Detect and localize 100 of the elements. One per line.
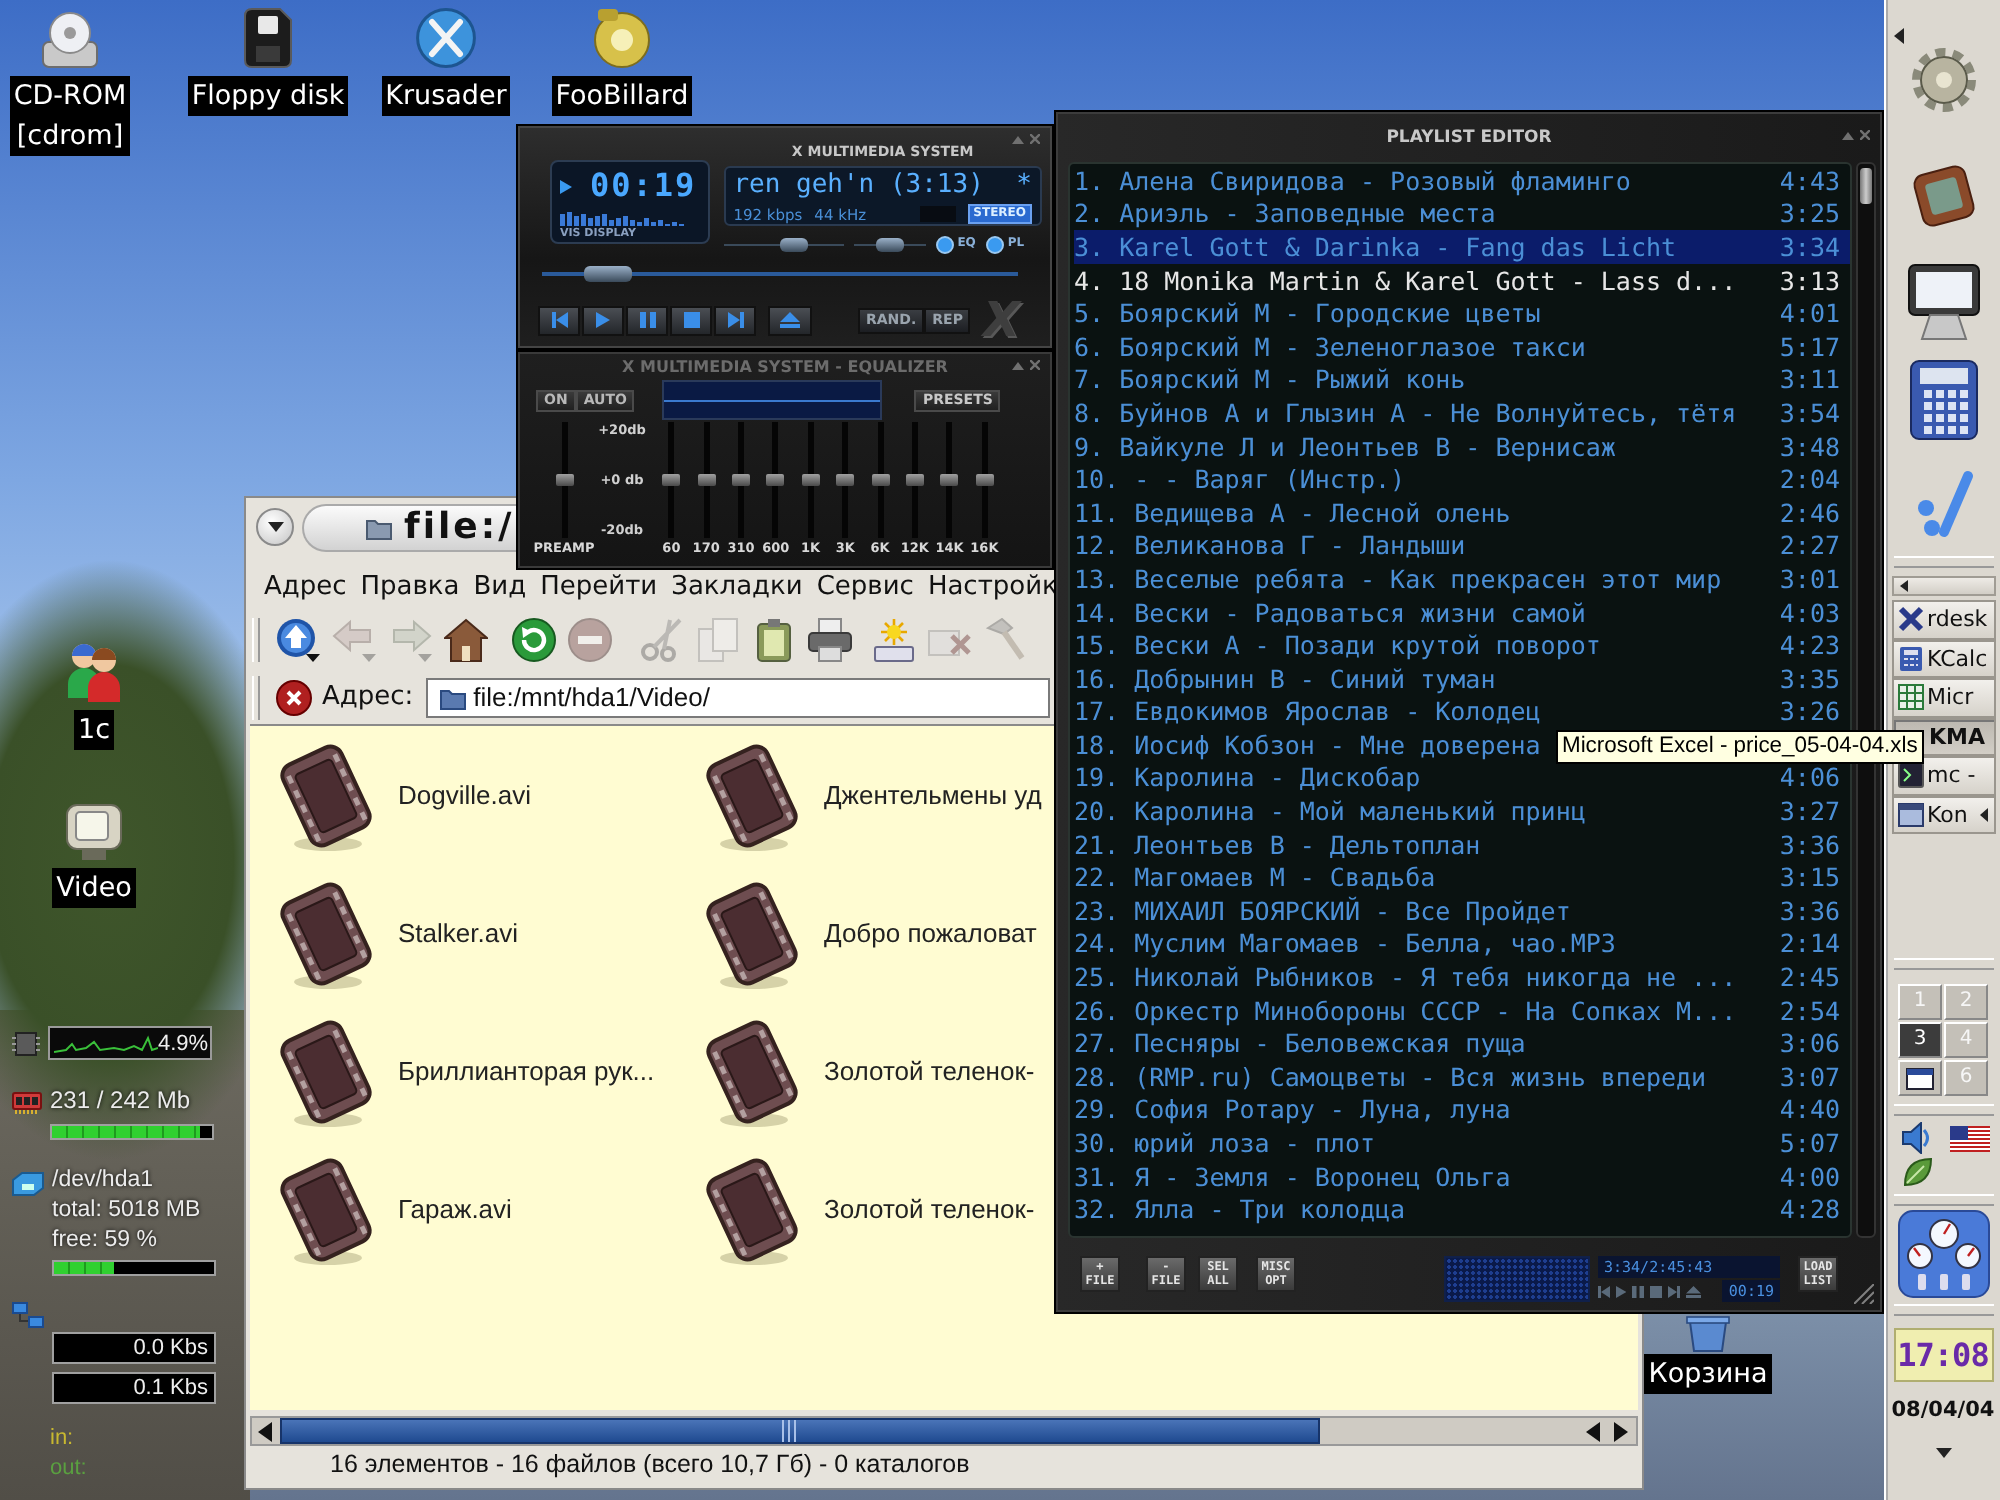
playlist-row[interactable]: 27. Песняры - Беловежская пуща 3:06 [1074, 1026, 1850, 1061]
menu-item[interactable]: Адрес [260, 570, 351, 606]
playlist-row[interactable]: 21. Леонтьев В - Дельтоплан 3:36 [1074, 827, 1850, 861]
cross-circle-icon[interactable] [416, 8, 476, 68]
file-name[interactable]: Золотой теленок- [824, 1194, 1035, 1226]
playlist-row[interactable]: 26. Оркестр Минобороны СССР - На Сопках М... 2:54 [1074, 993, 1850, 1027]
playlist-row[interactable]: 10. - - Варяг (Инстр.) 2:04 [1074, 462, 1850, 496]
slider-thumb[interactable] [801, 474, 820, 486]
slider-thumb[interactable] [766, 474, 785, 486]
taskbar-button[interactable]: mc - [1891, 756, 1995, 795]
leaf-icon[interactable] [1903, 1158, 1931, 1186]
mini-pause-icon[interactable] [1632, 1285, 1645, 1297]
trash-icon[interactable] [1686, 1316, 1730, 1352]
menu-item[interactable]: Закладки [667, 570, 807, 606]
playlist-row[interactable]: 7. Боярский М - Рыжий конь 3:11 [1074, 363, 1850, 397]
playlist-row[interactable]: 14. Вески - Радоваться жизни самой 4:03 [1074, 595, 1850, 629]
playlist-row[interactable]: 23. МИХАИЛ БОЯРСКИЙ - Все Пройдет 3:36 [1074, 894, 1850, 928]
slider-thumb[interactable] [905, 474, 924, 486]
playlist-row[interactable]: 6. Боярский М - Зеленоглазое такси 5:17 [1074, 329, 1850, 364]
mini-stop-icon[interactable] [1650, 1285, 1663, 1297]
monitor-icon[interactable] [1903, 260, 1983, 340]
billiard-ball-icon[interactable] [594, 8, 650, 68]
left-arrow-icon[interactable] [258, 1421, 272, 1441]
taskbar-button[interactable]: Kon [1891, 795, 1995, 834]
playlist-row[interactable]: 13. Веселые ребята - Как прекрасен этот мир 3:01 [1074, 562, 1850, 596]
playlist-row[interactable]: 3. Karel Gott & Darinka - Fang das Licht 3:34 [1074, 230, 1850, 264]
mini-previous-icon[interactable] [1598, 1285, 1610, 1297]
seek-thumb[interactable] [584, 266, 633, 282]
slider-thumb[interactable] [555, 474, 573, 486]
file-name[interactable]: Джентельмены уд [824, 780, 1042, 812]
playlist-row[interactable]: 11. Ведищева А - Лесной олень 2:46 [1074, 495, 1850, 530]
flag-icon[interactable] [1949, 1125, 1989, 1151]
slider-thumb[interactable] [871, 474, 890, 486]
slider-thumb[interactable] [940, 474, 959, 486]
icon-label[interactable]: Video [52, 868, 136, 908]
file-name[interactable]: Добро пожаловат [824, 918, 1037, 950]
slider-thumb[interactable] [975, 474, 994, 486]
menu-item[interactable]: Перейти [536, 570, 662, 606]
playlist-row[interactable]: 16. Добрынин В - Синий туман 3:35 [1074, 661, 1850, 695]
file-name[interactable]: Золотой теленок- [824, 1056, 1035, 1088]
right-arrow-icon[interactable] [1614, 1421, 1628, 1441]
left-arrow-icon[interactable] [1894, 28, 1904, 44]
playlist-row[interactable]: 30. юрий лоза - плот 5:07 [1074, 1126, 1850, 1160]
slider-thumb[interactable] [836, 474, 855, 486]
gauges-icon[interactable] [1897, 1210, 1989, 1298]
gear-icon[interactable] [1907, 44, 1979, 116]
playlist-row[interactable]: 17. Евдокимов Ярослав - Колодец 3:26 [1074, 695, 1850, 729]
play-button[interactable] [582, 305, 624, 335]
horizontal-scrollbar[interactable] [250, 1416, 1638, 1446]
menu-item[interactable]: Правка [356, 570, 464, 606]
file-name[interactable]: Stalker.avi [398, 918, 518, 950]
scrollbar-thumb[interactable] [280, 1418, 1320, 1444]
pause-button[interactable] [626, 305, 668, 335]
playlist-row[interactable]: 1. Алена Свиридова - Розовый фламинго 4:43 [1074, 164, 1850, 198]
file-name[interactable]: Бриллианторая рук... [398, 1056, 655, 1088]
icon-label[interactable]: Корзина [1644, 1354, 1772, 1394]
playlist-row[interactable]: 25. Николай Рыбников - Я тебя никогда не ... 2:45 [1074, 960, 1850, 994]
tv-icon[interactable] [66, 804, 122, 860]
desktop-button[interactable]: 3 [1898, 1022, 1942, 1058]
clear-icon[interactable] [276, 677, 312, 717]
menu-item[interactable]: Настройк [923, 570, 1062, 606]
file-name[interactable]: Dogville.avi [398, 780, 531, 812]
down-arrow-icon[interactable] [1935, 1448, 1951, 1458]
playlist-row[interactable]: 9. Вайкуле Л и Леонтьев В - Вернисаж 3:48 [1074, 429, 1850, 463]
playlist-row[interactable]: 8. Буйнов А и Глызин А - Не Волнуйтесь, тётя 3:54 [1074, 396, 1850, 430]
calculator-icon[interactable] [1909, 360, 1977, 440]
playlist-row[interactable]: 31. Я - Земля - Воронец Ольга 4:00 [1074, 1159, 1850, 1193]
printer-icon[interactable] [808, 618, 852, 662]
checkmark-icon[interactable] [1913, 468, 1973, 540]
icon-label[interactable]: CD-ROM [cdrom] [9, 76, 131, 156]
window-menu-button[interactable] [256, 508, 294, 546]
slider-thumb[interactable] [697, 474, 716, 486]
playlist-row[interactable]: 15. Вески А - Позади крутой поворот 4:23 [1074, 628, 1850, 662]
resize-grip-icon[interactable] [1854, 1284, 1874, 1304]
slider-thumb[interactable] [780, 237, 809, 251]
sparkle-tray-icon[interactable] [872, 618, 916, 662]
slider-thumb[interactable] [662, 474, 681, 486]
people-icon[interactable] [66, 642, 122, 702]
playlist-row[interactable]: 32. Ялла - Три колодца 4:28 [1074, 1192, 1850, 1226]
icon-label[interactable]: FooBillard [551, 76, 693, 116]
mini-next-icon[interactable] [1668, 1285, 1681, 1297]
house-icon[interactable] [444, 618, 488, 662]
icon-label[interactable]: 1c [73, 710, 114, 750]
icon-label[interactable]: Krusader [381, 76, 511, 116]
window-list-button[interactable] [1891, 576, 1995, 596]
mini-play-icon[interactable] [1616, 1285, 1627, 1297]
playlist-row[interactable]: 19. Каролина - Дискобар 4:06 [1074, 761, 1850, 795]
previous-button[interactable] [538, 305, 580, 335]
eject-button[interactable] [768, 305, 812, 335]
playlist-row[interactable]: 24. Муслим Магомаев - Белла, чао.MP3 2:14 [1074, 927, 1850, 961]
icon-label[interactable]: Floppy disk [187, 76, 349, 116]
reload-icon[interactable] [512, 618, 556, 662]
playlist-row[interactable]: 29. София Ротару - Луна, луна 4:40 [1074, 1093, 1850, 1127]
close-icon[interactable] [1030, 134, 1040, 144]
speaker-icon[interactable] [1902, 1122, 1932, 1154]
close-icon[interactable] [1030, 360, 1040, 370]
taskbar-button[interactable]: KCalc [1891, 639, 1995, 678]
mini-eject-icon[interactable] [1686, 1285, 1702, 1297]
slider-thumb[interactable] [731, 474, 750, 486]
playlist-row[interactable]: 22. Магомаев М - Свадьба 3:15 [1074, 860, 1850, 895]
